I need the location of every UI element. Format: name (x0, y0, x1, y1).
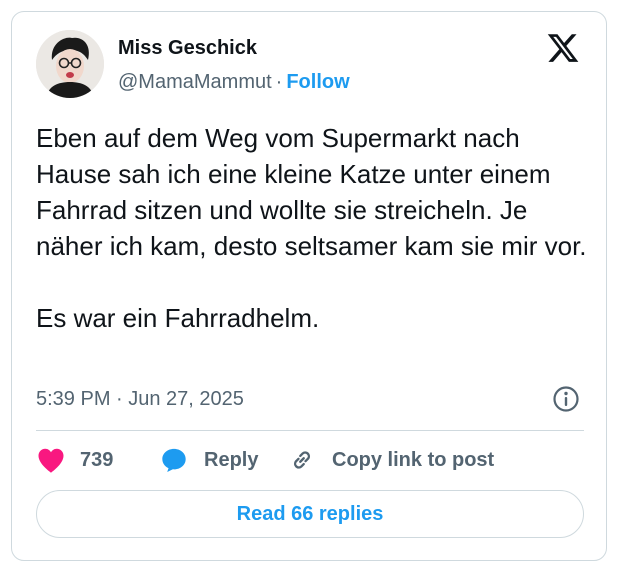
speech-bubble-icon (162, 448, 186, 473)
tweet-timestamp[interactable]: 5:39 PM · Jun 27, 2025 (36, 386, 244, 412)
copy-link-button[interactable]: Copy link to post (288, 444, 494, 476)
x-logo-icon[interactable] (546, 31, 580, 65)
author-handle-row: @MamaMammut · Follow (118, 70, 350, 94)
info-icon[interactable] (552, 385, 580, 413)
author-handle[interactable]: @MamaMammut (118, 71, 272, 93)
copy-link-label: Copy link to post (332, 448, 495, 471)
reply-label: Reply (204, 448, 259, 471)
avatar[interactable] (36, 30, 104, 98)
like-button[interactable]: 739 (36, 444, 113, 476)
like-count: 739 (80, 448, 114, 471)
tweet-paragraph: Eben auf dem Weg vom Supermarkt nach Hau… (36, 123, 587, 261)
follow-button[interactable]: Follow (286, 71, 349, 93)
separator-dot: · (275, 71, 283, 93)
tweet-text: Eben auf dem Weg vom Supermarkt nach Hau… (36, 120, 596, 336)
action-bar: 739 Reply Copy link to post (36, 444, 584, 476)
read-replies-button[interactable]: Read 66 replies (36, 490, 584, 538)
avatar-image (36, 30, 104, 98)
tweet-paragraph: Es war ein Fahrradhelm. (36, 303, 320, 333)
author-display-name[interactable]: Miss Geschick (118, 36, 257, 60)
reply-button[interactable]: Reply (160, 444, 258, 476)
link-icon (293, 451, 311, 469)
heart-icon (38, 448, 64, 473)
divider (36, 430, 584, 431)
